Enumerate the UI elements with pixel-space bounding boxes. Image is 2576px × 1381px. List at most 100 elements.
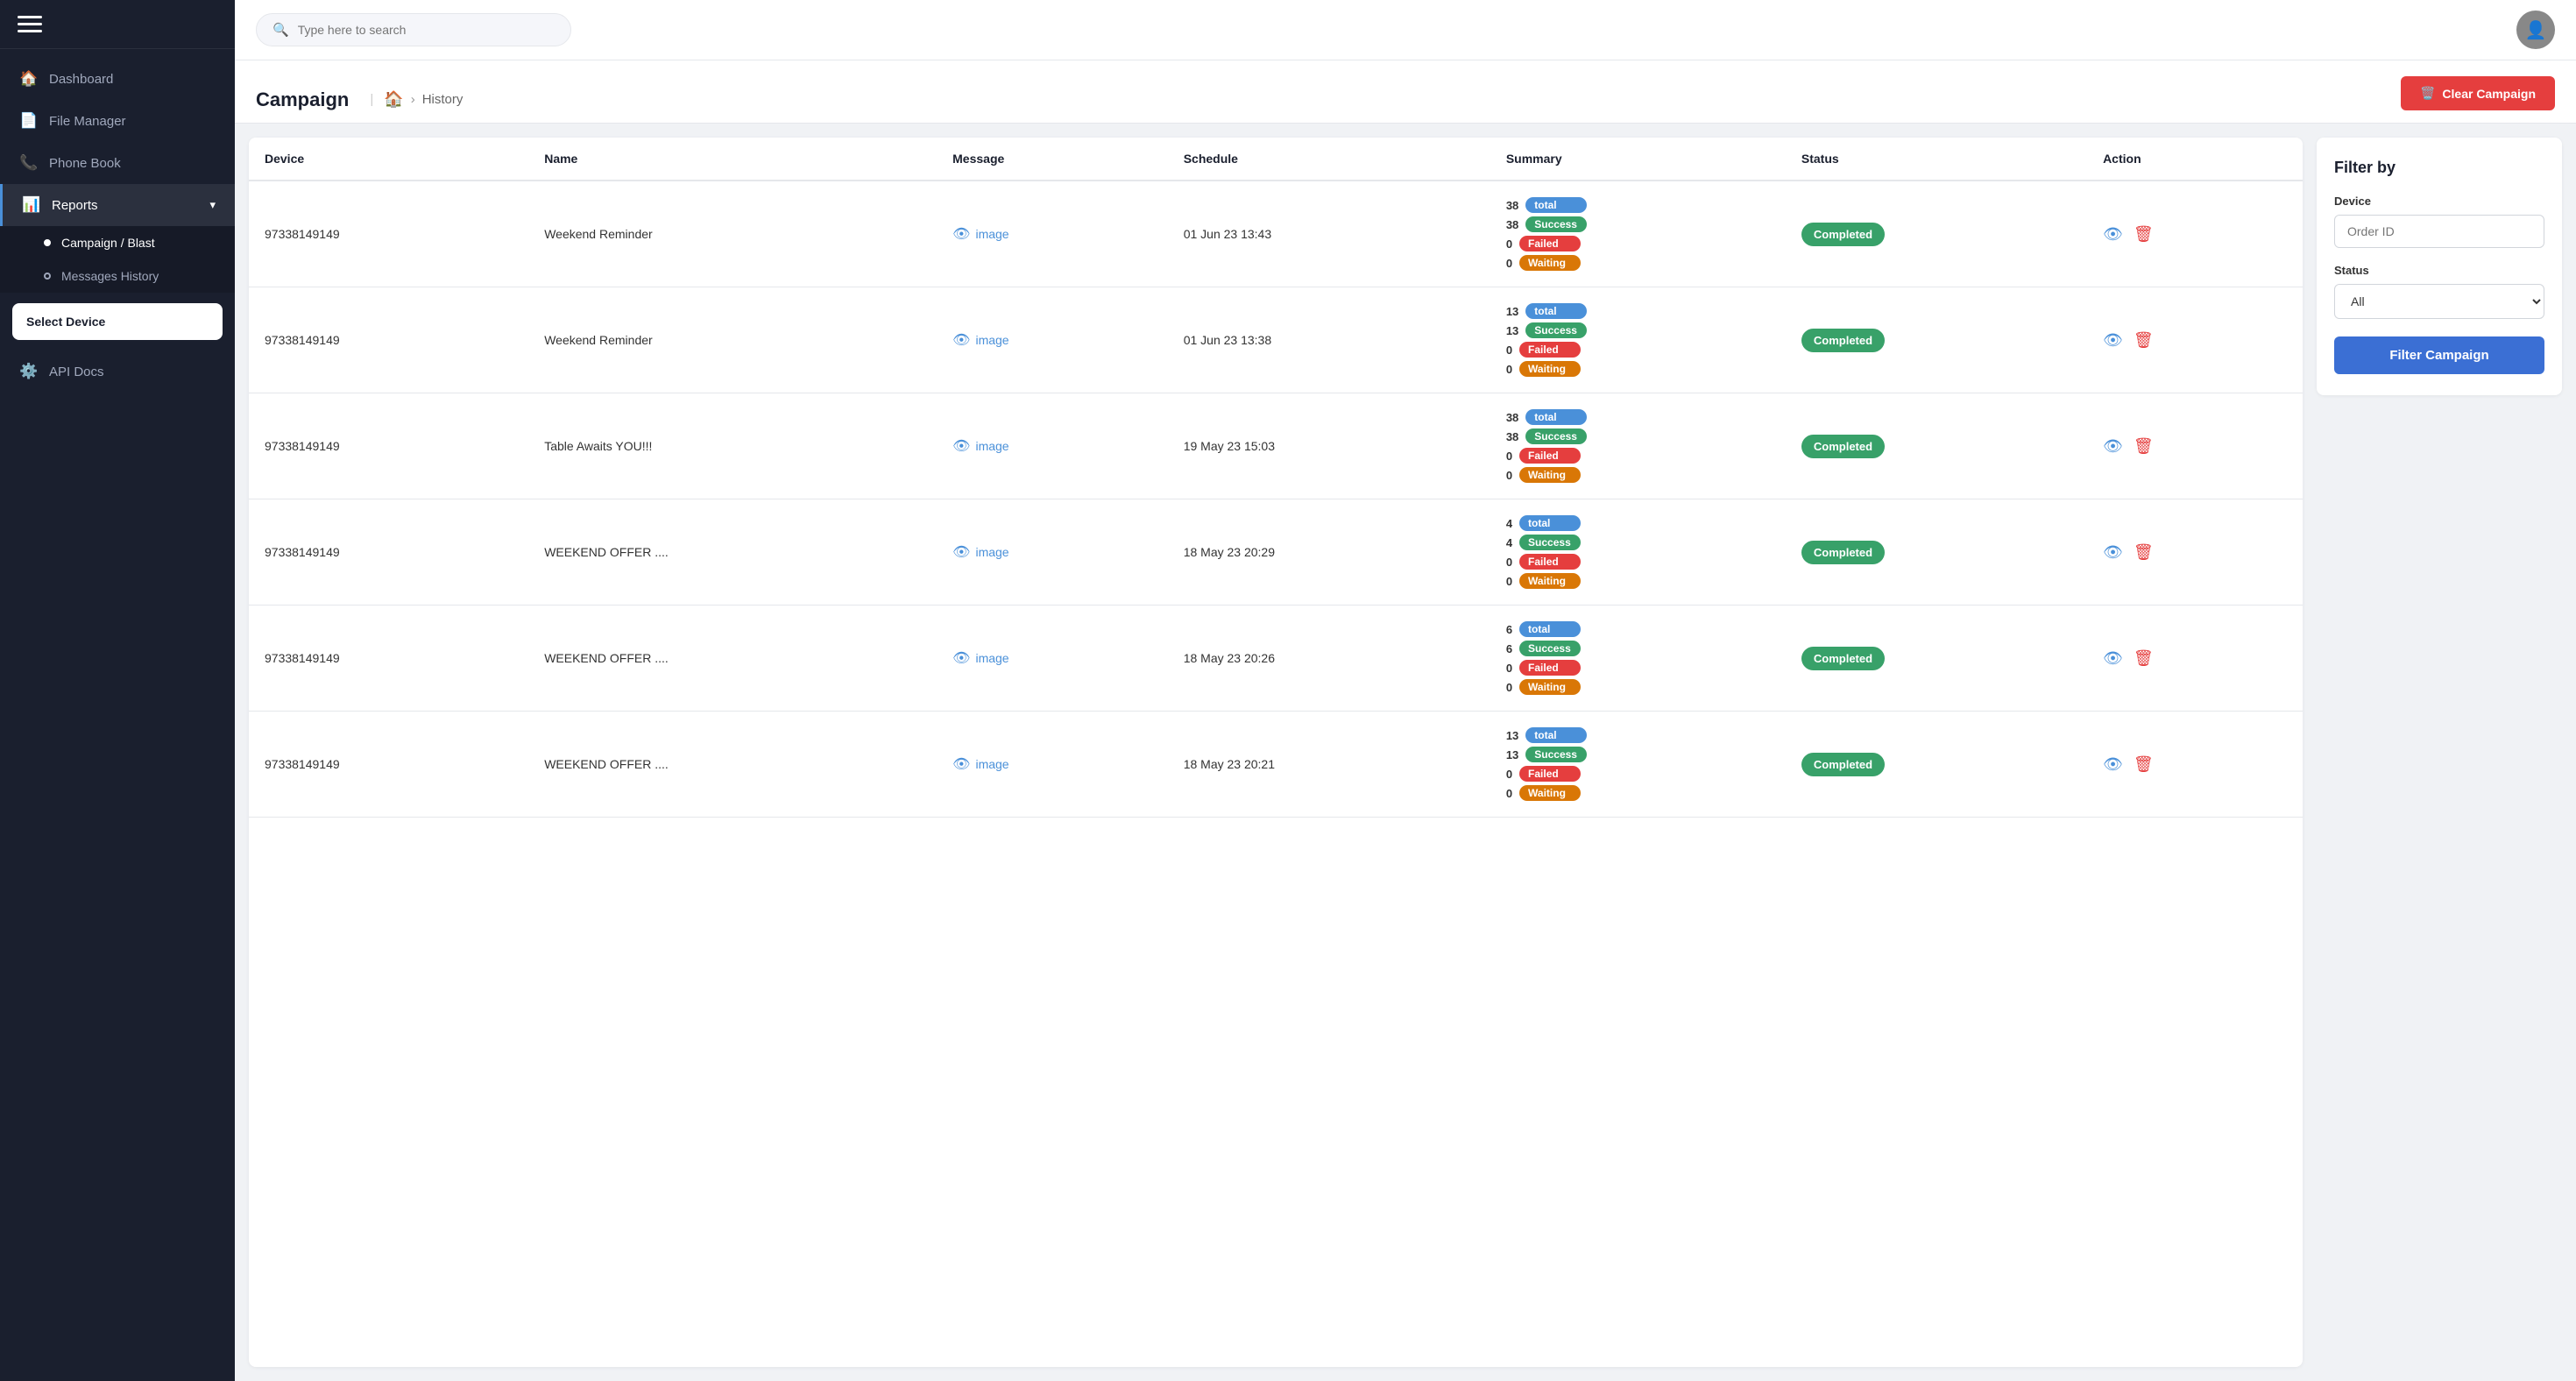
search-bar[interactable]: 🔍 bbox=[256, 13, 571, 46]
table-container: Device Name Message Schedule Summary Sta… bbox=[249, 138, 2303, 1367]
sidebar: 🏠 Dashboard 📄 File Manager 📞 Phone Book … bbox=[0, 0, 235, 1381]
col-status: Status bbox=[1786, 138, 2087, 181]
sidebar-sub-item-label: Campaign / Blast bbox=[61, 236, 155, 250]
avatar[interactable]: 👤 bbox=[2516, 11, 2555, 49]
view-button[interactable]: 👁 bbox=[2103, 755, 2123, 774]
inactive-dot bbox=[44, 273, 51, 280]
cell-schedule: 19 May 23 15:03 bbox=[1168, 393, 1490, 499]
message-image-link[interactable]: 👁 image bbox=[952, 755, 1152, 773]
table-row: 97338149149 WEEKEND OFFER .... 👁 image 1… bbox=[249, 499, 2303, 606]
cell-action: 👁 🗑 bbox=[2087, 181, 2303, 287]
cell-message: 👁 image bbox=[937, 606, 1168, 712]
cell-name: WEEKEND OFFER .... bbox=[528, 499, 937, 606]
message-image-link[interactable]: 👁 image bbox=[952, 543, 1152, 561]
api-icon: ⚙️ bbox=[19, 363, 37, 380]
view-button[interactable]: 👁 bbox=[2103, 437, 2123, 456]
table-row: 97338149149 WEEKEND OFFER .... 👁 image 1… bbox=[249, 606, 2303, 712]
breadcrumb: Campaign | 🏠 › History bbox=[256, 89, 463, 111]
cell-name: Weekend Reminder bbox=[528, 287, 937, 393]
clear-campaign-button[interactable]: 🗑️ Clear Campaign bbox=[2401, 76, 2555, 110]
table-row: 97338149149 Weekend Reminder 👁 image 01 … bbox=[249, 181, 2303, 287]
chevron-down-icon: ▾ bbox=[209, 198, 216, 212]
delete-button[interactable]: 🗑 bbox=[2134, 225, 2154, 244]
cell-device: 97338149149 bbox=[249, 712, 528, 818]
cell-name: Table Awaits YOU!!! bbox=[528, 393, 937, 499]
view-button[interactable]: 👁 bbox=[2103, 649, 2123, 668]
eye-icon: 👁 bbox=[952, 331, 970, 349]
search-icon: 🔍 bbox=[272, 22, 289, 38]
sidebar-item-label: File Manager bbox=[49, 114, 216, 129]
sidebar-item-dashboard[interactable]: 🏠 Dashboard bbox=[0, 58, 235, 100]
view-button[interactable]: 👁 bbox=[2103, 225, 2123, 244]
eye-icon: 👁 bbox=[952, 649, 970, 667]
sidebar-item-label: API Docs bbox=[49, 365, 216, 379]
cell-message: 👁 image bbox=[937, 287, 1168, 393]
status-badge: Completed bbox=[1801, 541, 1885, 564]
col-device: Device bbox=[249, 138, 528, 181]
message-image-link[interactable]: 👁 image bbox=[952, 225, 1152, 243]
cell-summary: 6total 6Success 0Failed 0Waiting bbox=[1490, 606, 1786, 712]
cell-action: 👁 🗑 bbox=[2087, 712, 2303, 818]
cell-message: 👁 image bbox=[937, 712, 1168, 818]
sidebar-item-campaign-blast[interactable]: Campaign / Blast bbox=[0, 226, 235, 259]
cell-schedule: 18 May 23 20:29 bbox=[1168, 499, 1490, 606]
filter-title: Filter by bbox=[2334, 159, 2544, 177]
cell-summary: 38total 38Success 0Failed 0Waiting bbox=[1490, 393, 1786, 499]
sidebar-sub-menu: Campaign / Blast Messages History bbox=[0, 226, 235, 293]
active-dot bbox=[44, 239, 51, 246]
breadcrumb-chevron-icon: › bbox=[411, 92, 415, 107]
col-name: Name bbox=[528, 138, 937, 181]
select-device-box[interactable]: Select Device bbox=[12, 303, 223, 340]
cell-device: 97338149149 bbox=[249, 287, 528, 393]
cell-summary: 4total 4Success 0Failed 0Waiting bbox=[1490, 499, 1786, 606]
cell-status: Completed bbox=[1786, 287, 2087, 393]
cell-summary: 13total 13Success 0Failed 0Waiting bbox=[1490, 712, 1786, 818]
filter-status-select[interactable]: All Completed Pending Failed bbox=[2334, 284, 2544, 319]
sidebar-item-phone-book[interactable]: 📞 Phone Book bbox=[0, 142, 235, 184]
sidebar-item-messages-history[interactable]: Messages History bbox=[0, 259, 235, 293]
view-button[interactable]: 👁 bbox=[2103, 331, 2123, 350]
message-image-link[interactable]: 👁 image bbox=[952, 437, 1152, 455]
filter-campaign-button[interactable]: Filter Campaign bbox=[2334, 336, 2544, 374]
status-badge: Completed bbox=[1801, 647, 1885, 670]
clear-campaign-label: Clear Campaign bbox=[2442, 87, 2536, 101]
page-title: Campaign bbox=[256, 89, 349, 111]
delete-button[interactable]: 🗑 bbox=[2134, 437, 2154, 456]
filter-status-label: Status bbox=[2334, 264, 2544, 277]
sidebar-item-api-docs[interactable]: ⚙️ API Docs bbox=[0, 351, 235, 393]
filter-device-input[interactable] bbox=[2334, 215, 2544, 248]
cell-device: 97338149149 bbox=[249, 393, 528, 499]
sidebar-header bbox=[0, 0, 235, 49]
home-icon: 🏠 bbox=[19, 70, 37, 88]
delete-button[interactable]: 🗑 bbox=[2134, 649, 2154, 668]
status-badge: Completed bbox=[1801, 223, 1885, 246]
cell-message: 👁 image bbox=[937, 181, 1168, 287]
breadcrumb-home-icon[interactable]: 🏠 bbox=[384, 90, 403, 109]
sidebar-item-label: Dashboard bbox=[49, 72, 216, 87]
table-body: 97338149149 Weekend Reminder 👁 image 01 … bbox=[249, 181, 2303, 818]
cell-action: 👁 🗑 bbox=[2087, 606, 2303, 712]
filter-device-label: Device bbox=[2334, 195, 2544, 208]
eye-icon: 👁 bbox=[952, 543, 970, 561]
hamburger-menu[interactable] bbox=[18, 16, 42, 32]
cell-status: Completed bbox=[1786, 499, 2087, 606]
cell-name: WEEKEND OFFER .... bbox=[528, 712, 937, 818]
cell-action: 👁 🗑 bbox=[2087, 499, 2303, 606]
search-input[interactable] bbox=[298, 23, 555, 37]
col-summary: Summary bbox=[1490, 138, 1786, 181]
sidebar-item-file-manager[interactable]: 📄 File Manager bbox=[0, 100, 235, 142]
cell-schedule: 18 May 23 20:21 bbox=[1168, 712, 1490, 818]
sidebar-nav: 🏠 Dashboard 📄 File Manager 📞 Phone Book … bbox=[0, 49, 235, 1381]
trash-icon: 🗑️ bbox=[2420, 86, 2435, 101]
delete-button[interactable]: 🗑 bbox=[2134, 543, 2154, 562]
delete-button[interactable]: 🗑 bbox=[2134, 755, 2154, 774]
campaign-table: Device Name Message Schedule Summary Sta… bbox=[249, 138, 2303, 818]
sidebar-item-reports[interactable]: 📊 Reports ▾ bbox=[0, 184, 235, 226]
cell-action: 👁 🗑 bbox=[2087, 287, 2303, 393]
table-row: 97338149149 Weekend Reminder 👁 image 01 … bbox=[249, 287, 2303, 393]
table-row: 97338149149 WEEKEND OFFER .... 👁 image 1… bbox=[249, 712, 2303, 818]
delete-button[interactable]: 🗑 bbox=[2134, 331, 2154, 350]
message-image-link[interactable]: 👁 image bbox=[952, 331, 1152, 349]
message-image-link[interactable]: 👁 image bbox=[952, 649, 1152, 667]
view-button[interactable]: 👁 bbox=[2103, 543, 2123, 562]
